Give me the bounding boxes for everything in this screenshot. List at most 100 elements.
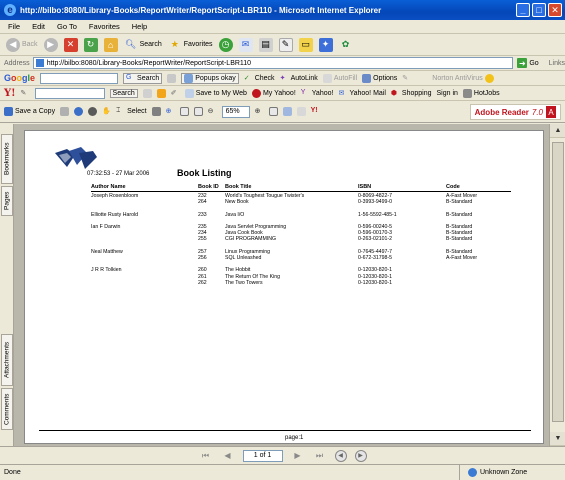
- rotate-button[interactable]: [268, 107, 278, 116]
- menu-help[interactable]: Help: [132, 22, 147, 31]
- print-button-acrobat[interactable]: [60, 107, 70, 116]
- comment-icon: [296, 107, 306, 116]
- mail-button[interactable]: ✉: [238, 37, 253, 52]
- first-page-icon[interactable]: ⏮: [199, 450, 213, 462]
- yahoo-acrobat-button[interactable]: Y!: [311, 107, 329, 116]
- links-button[interactable]: Links: [549, 60, 565, 67]
- edit-button[interactable]: ✎: [278, 37, 293, 52]
- pencil-button[interactable]: ✎: [402, 74, 411, 83]
- print-button[interactable]: ▤: [258, 37, 273, 52]
- next-page-icon[interactable]: ▶: [291, 450, 305, 462]
- messenger-button[interactable]: ✦: [318, 37, 333, 52]
- zoom-in-icon: ⊕: [165, 108, 172, 115]
- norton-antivirus-button[interactable]: Norton AntiVirus: [432, 73, 494, 83]
- yahoo-mail-button[interactable]: ✉ Yahoo! Mail: [338, 89, 385, 98]
- check-button[interactable]: ✓ Check: [244, 74, 275, 83]
- close-button[interactable]: ✕: [548, 3, 562, 17]
- menu-file[interactable]: File: [8, 22, 20, 31]
- book-id: 255: [198, 236, 207, 243]
- stop-button[interactable]: ✕: [63, 37, 78, 52]
- yahoo-logo[interactable]: Y!: [4, 88, 16, 99]
- fit-page-button[interactable]: [193, 107, 203, 116]
- snapshot-button[interactable]: [151, 107, 161, 116]
- zoom-level-input[interactable]: 65%: [221, 105, 250, 118]
- tab-comments[interactable]: Comments: [1, 388, 13, 430]
- google-logo[interactable]: Google: [4, 73, 35, 83]
- previous-page-icon[interactable]: ◀: [221, 450, 235, 462]
- yahoo-search-input[interactable]: [34, 87, 105, 99]
- menu-edit[interactable]: Edit: [32, 22, 45, 31]
- maximize-button[interactable]: □: [532, 3, 546, 17]
- people-button[interactable]: ✿: [339, 38, 353, 52]
- yahoo-filter-button[interactable]: [142, 88, 152, 98]
- favorites-button[interactable]: ★ Favorites: [168, 38, 213, 52]
- yahoo-y-icon: Y: [300, 88, 306, 96]
- code: B-Standard: [446, 230, 473, 237]
- shopping-button[interactable]: ⬢ Shopping: [391, 89, 432, 98]
- autofill-button[interactable]: AutoFill: [322, 73, 357, 83]
- email-button-acrobat[interactable]: [74, 107, 84, 116]
- yahoo-home-button[interactable]: Y Yahoo!: [301, 89, 334, 98]
- zoom-in-button[interactable]: ⊕: [255, 107, 264, 116]
- back-label: Back: [22, 41, 38, 48]
- history-button[interactable]: ◷: [218, 37, 233, 52]
- hand-tool-button[interactable]: ✋: [102, 107, 111, 116]
- previous-view-icon[interactable]: ◀: [334, 449, 347, 462]
- hotjobs-button[interactable]: HotJobs: [462, 88, 500, 98]
- scroll-thumb[interactable]: [552, 142, 564, 422]
- tab-attachments[interactable]: Attachments: [1, 334, 13, 386]
- menu-go-to[interactable]: Go To: [57, 22, 77, 31]
- zoom-in-tool-button[interactable]: ⊕: [166, 107, 175, 116]
- my-yahoo-button[interactable]: My Yahoo!: [251, 88, 296, 98]
- search-label: Search: [139, 41, 162, 48]
- yahoo-antispy-button[interactable]: [156, 88, 166, 98]
- address-input[interactable]: http://bilbo:8080/Library-Books/ReportWr…: [32, 57, 514, 69]
- yahoo-pencil-button[interactable]: ✎: [21, 89, 30, 98]
- tab-pages[interactable]: Pages: [1, 186, 13, 216]
- select-tool-button[interactable]: ⌶ Select: [116, 107, 146, 116]
- autolink-button[interactable]: ✦ AutoLink: [280, 74, 318, 83]
- last-page-icon[interactable]: ⏭: [313, 450, 327, 462]
- yahoo-search-button[interactable]: Search: [109, 88, 138, 98]
- google-search-button[interactable]: G Search: [123, 72, 163, 84]
- isbn: 0-596-00240-5: [358, 223, 393, 230]
- history-icon: ◷: [218, 37, 233, 52]
- author-name: J R R Tolkien: [91, 267, 122, 274]
- google-news-button[interactable]: [167, 73, 177, 83]
- back-button[interactable]: ◀ Back: [6, 37, 38, 52]
- page-layout-button[interactable]: [282, 107, 292, 116]
- zoom-out-button[interactable]: ⊖: [208, 107, 217, 116]
- forward-button[interactable]: ▶: [43, 37, 58, 52]
- page-number-field[interactable]: 1 of 1: [242, 449, 283, 462]
- refresh-button[interactable]: ↻: [83, 37, 98, 52]
- save-copy-button[interactable]: Save a Copy: [4, 107, 55, 116]
- options-button[interactable]: Options: [362, 73, 397, 83]
- save-to-web-button[interactable]: Save to My Web: [184, 88, 247, 98]
- messenger-icon: ✦: [318, 37, 333, 52]
- yahoo-highlight-button[interactable]: ✐: [171, 89, 180, 98]
- go-button[interactable]: ➜ Go: [517, 58, 539, 68]
- scroll-up-icon[interactable]: ▲: [550, 124, 565, 138]
- actual-size-button[interactable]: [179, 107, 189, 116]
- comment-button[interactable]: [296, 107, 306, 116]
- menu-favorites[interactable]: Favorites: [89, 22, 120, 31]
- google-search-input[interactable]: [40, 72, 119, 84]
- next-view-icon[interactable]: ▶: [354, 449, 367, 462]
- pdf-viewer[interactable]: 07:32:53 - 27 Mar 2006 Book Listing Auth…: [14, 124, 549, 446]
- vertical-scrollbar[interactable]: ▲ ▼: [549, 124, 565, 446]
- adobe-reader-logo[interactable]: Adobe Reader 7.0 A: [469, 104, 561, 120]
- email-icon: [74, 107, 84, 116]
- home-button[interactable]: ⌂: [103, 37, 118, 52]
- popups-button[interactable]: Popups okay: [181, 72, 239, 84]
- yahoo-search-label: Search: [112, 89, 135, 97]
- report-timestamp: 07:32:53 - 27 Mar 2006: [87, 171, 150, 177]
- discuss-button[interactable]: ▭: [298, 37, 313, 52]
- minimize-button[interactable]: _: [516, 3, 530, 17]
- zoom-out-icon: ⊖: [207, 108, 214, 115]
- isbn: 0-8069-4822-7: [358, 193, 393, 199]
- find-button[interactable]: [88, 107, 98, 116]
- tab-bookmarks[interactable]: Bookmarks: [1, 134, 13, 184]
- sign-in-button[interactable]: Sign in: [437, 90, 458, 97]
- search-button[interactable]: 🔍︎ Search: [124, 38, 162, 52]
- scroll-down-icon[interactable]: ▼: [550, 432, 565, 446]
